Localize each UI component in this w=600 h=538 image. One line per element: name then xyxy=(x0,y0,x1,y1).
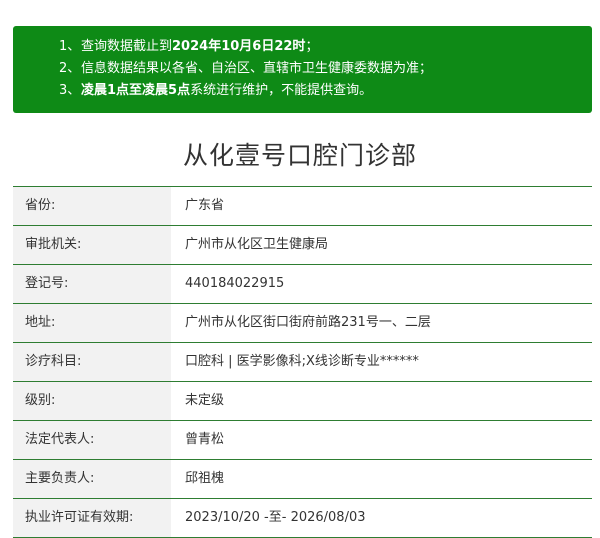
notice-item-number: 3、 xyxy=(59,83,81,98)
row-label: 登记号: xyxy=(13,265,171,303)
notice-item-emphasis: 2024年10月6日22时 xyxy=(172,39,306,54)
notice-item-text: 查询数据截止到 xyxy=(81,39,173,54)
page-title: 从化壹号口腔门诊部 xyxy=(182,141,417,170)
row-label: 地址: xyxy=(13,304,171,342)
table-row-license-validity: 执业许可证有效期: 2023/10/20 -至- 2026/08/03 xyxy=(13,499,592,538)
row-value: 曾青松 xyxy=(185,432,225,447)
info-table: 省份: 广东省 审批机关: 广州市从化区卫生健康局 登记号: 440184022… xyxy=(13,186,592,538)
row-value: 440184022915 xyxy=(185,276,285,291)
table-row-approval-authority: 审批机关: 广州市从化区卫生健康局 xyxy=(13,226,592,265)
notice-item-3: 3、凌晨1点至凌晨5点系统进行维护，不能提供查询。 xyxy=(59,80,592,102)
row-label: 法定代表人: xyxy=(13,421,171,459)
row-value: 未定级 xyxy=(185,393,225,408)
row-label: 执业许可证有效期: xyxy=(13,499,171,537)
row-value: 邱祖槐 xyxy=(185,471,225,486)
notice-item-number: 1、 xyxy=(59,39,81,54)
row-value: 口腔科 | 医学影像科;X线诊断专业****** xyxy=(185,354,419,369)
row-label: 审批机关: xyxy=(13,226,171,264)
row-label: 级别: xyxy=(13,382,171,420)
row-value: 广州市从化区街口街府前路231号一、二层 xyxy=(185,315,431,330)
row-value: 广东省 xyxy=(185,198,225,213)
table-row-address: 地址: 广州市从化区街口街府前路231号一、二层 xyxy=(13,304,592,343)
table-row-departments: 诊疗科目: 口腔科 | 医学影像科;X线诊断专业****** xyxy=(13,343,592,382)
row-value: 2023/10/20 -至- 2026/08/03 xyxy=(185,510,366,525)
table-row-principal: 主要负责人: 邱祖槐 xyxy=(13,460,592,499)
notice-banner: 1、查询数据截止到2024年10月6日22时； 2、信息数据结果以各省、自治区、… xyxy=(13,26,592,113)
table-row-registration-number: 登记号: 440184022915 xyxy=(13,265,592,304)
notice-item-text: 信息数据结果以各省、自治区、直辖市卫生健康委数据为准； xyxy=(81,61,433,76)
notice-item-text-end: 系统进行维护，不能提供查询。 xyxy=(190,83,373,98)
table-row-level: 级别: 未定级 xyxy=(13,382,592,421)
notice-item-number: 2、 xyxy=(59,61,81,76)
notice-item-1: 1、查询数据截止到2024年10月6日22时； xyxy=(59,36,592,58)
row-value: 广州市从化区卫生健康局 xyxy=(185,237,329,252)
notice-item-emphasis: 凌晨1点至凌晨5点 xyxy=(81,83,191,98)
notice-item-2: 2、信息数据结果以各省、自治区、直辖市卫生健康委数据为准； xyxy=(59,58,592,80)
table-row-province: 省份: 广东省 xyxy=(13,187,592,226)
row-label: 诊疗科目: xyxy=(13,343,171,381)
row-label: 主要负责人: xyxy=(13,460,171,498)
notice-item-text-end: ； xyxy=(305,39,319,54)
table-row-legal-representative: 法定代表人: 曾青松 xyxy=(13,421,592,460)
row-label: 省份: xyxy=(13,187,171,225)
